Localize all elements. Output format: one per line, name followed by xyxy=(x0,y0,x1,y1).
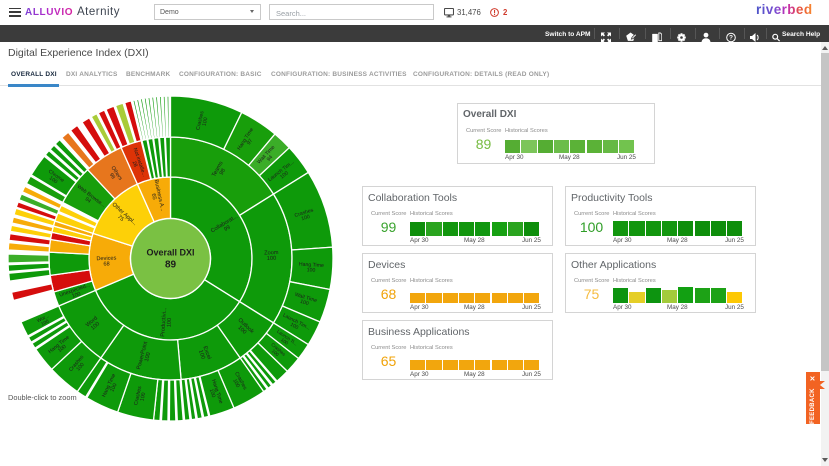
svg-text:Overall DXI: Overall DXI xyxy=(146,248,194,258)
svg-text:89: 89 xyxy=(165,260,177,271)
svg-text:?: ? xyxy=(729,35,733,42)
